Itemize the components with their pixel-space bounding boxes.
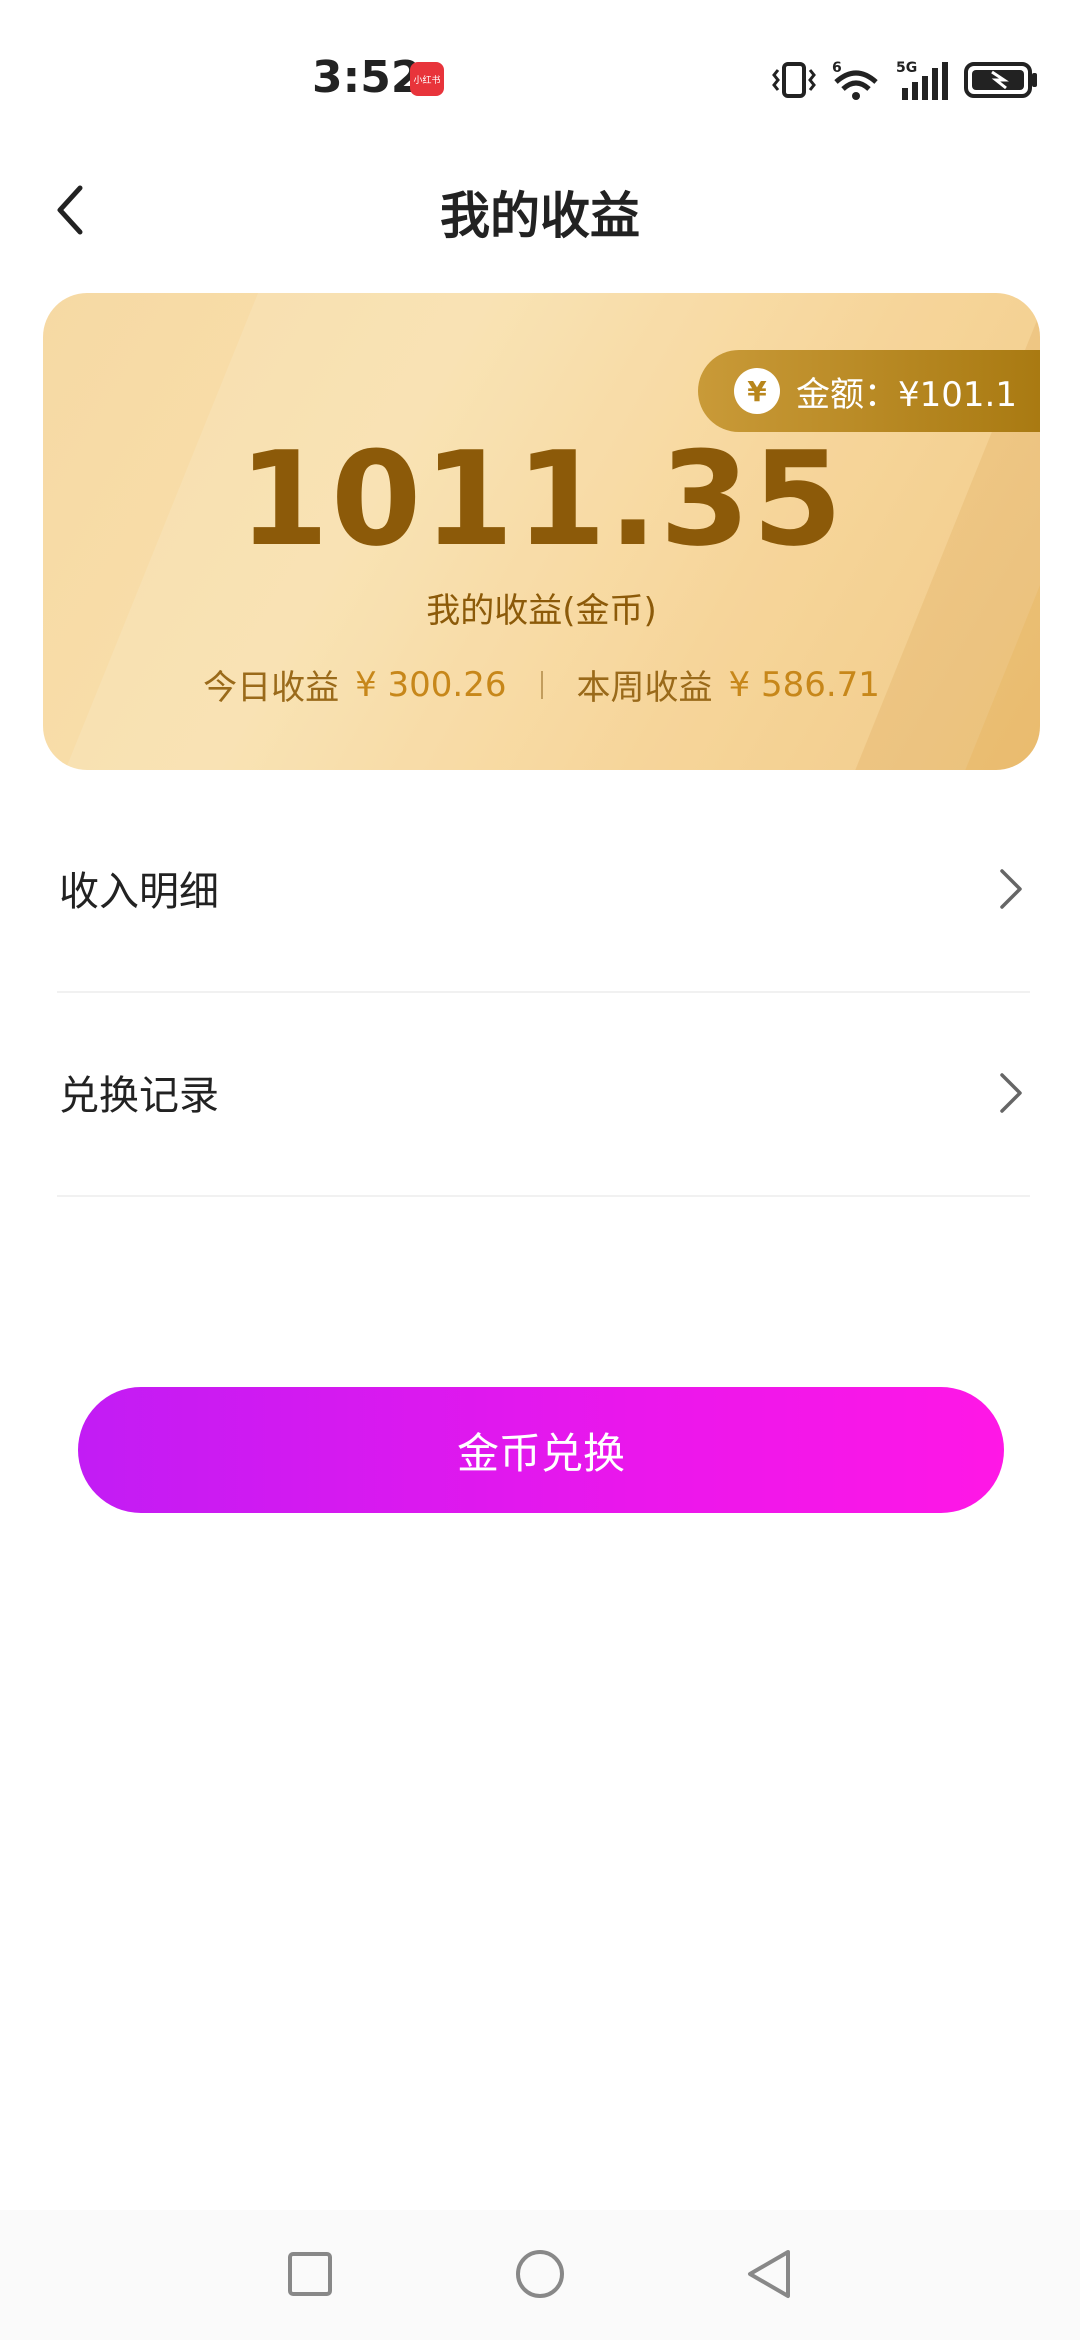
recents-square-icon: [288, 2252, 332, 2296]
today-earnings-value: ¥ 300.26: [355, 664, 507, 705]
home-button[interactable]: [510, 2244, 570, 2304]
yuan-icon: ¥: [734, 368, 780, 414]
menu-item-exchange-records[interactable]: 兑换记录: [57, 997, 1030, 1197]
header: 我的收益: [0, 150, 1080, 270]
earnings-card: ¥ 金额：¥101.1 1011.35 我的收益(金币) 今日收益 ¥ 300.…: [43, 293, 1040, 770]
coin-balance-caption: 我的收益(金币): [426, 591, 657, 631]
amount-text: 金额：¥101.1: [796, 374, 1017, 415]
earnings-stats: 今日收益 ¥ 300.26 本周收益 ¥ 586.71: [43, 660, 1040, 709]
amount-badge: ¥ 金额：¥101.1: [698, 350, 1040, 432]
page-title: 我的收益: [440, 187, 640, 245]
network-label: 5G: [896, 60, 917, 76]
wifi-icon: 6: [830, 58, 882, 102]
menu-item-income-details[interactable]: 收入明细: [57, 793, 1030, 993]
coin-balance: 1011.35: [238, 423, 845, 575]
back-triangle-icon: [748, 2250, 790, 2298]
status-icons: 6 5G: [772, 58, 1040, 102]
menu-item-label: 收入明细: [59, 869, 219, 915]
week-earnings-label: 本周收益: [576, 668, 713, 708]
stats-divider: [540, 670, 543, 699]
vibrate-icon: [772, 60, 816, 100]
system-nav-bar: [0, 2210, 1080, 2340]
recents-button[interactable]: [280, 2244, 340, 2304]
status-bar: 3:52 小红书 6 5G: [0, 0, 1080, 160]
menu-item-label: 兑换记录: [59, 1073, 219, 1119]
today-earnings-label: 今日收益: [203, 668, 340, 708]
signal-5g-icon: 5G: [896, 58, 950, 102]
week-earnings-value: ¥ 586.71: [728, 664, 880, 705]
divider: [57, 991, 1030, 993]
home-circle-icon: [516, 2250, 564, 2298]
coin-exchange-button[interactable]: 金币兑换: [78, 1387, 1004, 1513]
wifi-label: 6: [832, 60, 842, 76]
status-time: 3:52: [312, 52, 422, 103]
app-notification-badge: 小红书: [410, 62, 444, 96]
divider: [57, 1195, 1030, 1197]
battery-charging-icon: [964, 60, 1040, 100]
nav-back-button[interactable]: [740, 2244, 800, 2304]
chevron-right-icon: [1000, 1073, 1022, 1113]
chevron-right-icon: [1000, 869, 1022, 909]
